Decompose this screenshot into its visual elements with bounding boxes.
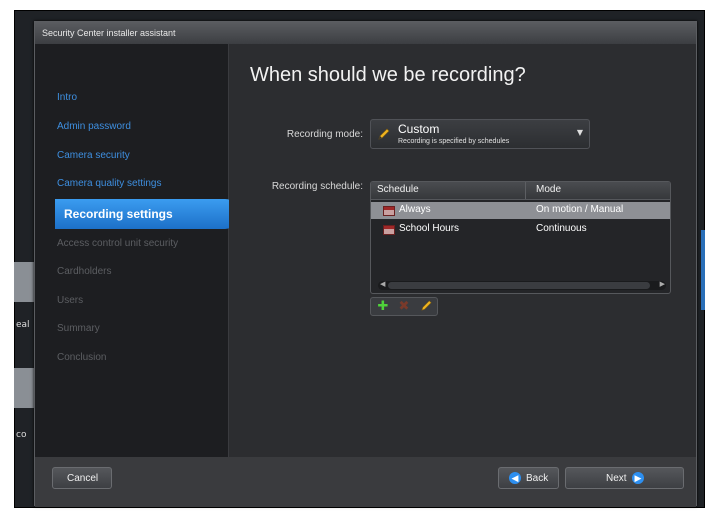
recording-mode-description: Recording is specified by schedules: [398, 138, 510, 145]
calendar-icon: [383, 206, 395, 216]
sidebar-item-recording-settings[interactable]: Recording settings: [55, 199, 239, 229]
cancel-button[interactable]: Cancel: [52, 467, 112, 489]
schedule-name: Always: [399, 204, 431, 215]
arrow-left-icon: ◀: [509, 472, 521, 484]
schedule-toolbar: ✚ ✖: [370, 297, 438, 316]
edit-schedule-button[interactable]: [417, 299, 435, 314]
calendar-icon: [383, 225, 395, 235]
sidebar-item-camera-quality[interactable]: Camera quality settings: [57, 178, 162, 189]
footer-bar: Cancel ◀ Back Next ▶: [35, 457, 696, 507]
background-tile: [14, 368, 34, 408]
sidebar: Intro Admin password Camera security Cam…: [35, 44, 239, 457]
back-label: Back: [526, 473, 549, 484]
schedule-mode: Continuous: [536, 223, 587, 234]
schedule-table[interactable]: Schedule Mode Always On motion / Manual …: [370, 181, 671, 294]
scroll-right-icon[interactable]: ▶: [660, 280, 665, 288]
sidebar-item-camera-security[interactable]: Camera security: [57, 150, 130, 161]
main-content: When should we be recording? Recording m…: [229, 44, 696, 457]
chevron-down-icon: ▼: [576, 128, 583, 137]
arrow-right-icon: ▶: [632, 472, 644, 484]
page-title: When should we be recording?: [250, 64, 526, 86]
window-title: Security Center installer assistant: [35, 22, 696, 44]
table-header: Schedule Mode: [371, 182, 670, 200]
column-divider: [525, 182, 526, 199]
next-button[interactable]: Next ▶: [565, 467, 684, 489]
sidebar-item-conclusion: Conclusion: [57, 352, 107, 363]
sidebar-item-access-control: Access control unit security: [57, 238, 179, 249]
back-button[interactable]: ◀ Back: [498, 467, 559, 489]
sidebar-item-intro[interactable]: Intro: [57, 92, 77, 103]
recording-mode-dropdown[interactable]: Custom Recording is specified by schedul…: [370, 119, 590, 149]
recording-mode-label: Recording mode:: [286, 129, 363, 140]
recording-mode-value: Custom: [398, 122, 440, 136]
recording-schedule-label: Recording schedule:: [271, 181, 363, 192]
horizontal-scrollbar[interactable]: ◀ ▶: [378, 280, 666, 290]
background-tile: [14, 262, 34, 302]
table-row[interactable]: School Hours Continuous: [371, 221, 670, 238]
x-icon: ✖: [398, 299, 410, 314]
schedule-mode: On motion / Manual: [536, 204, 624, 215]
background-text: co: [16, 430, 27, 440]
installer-dialog: Security Center installer assistant Intr…: [34, 21, 697, 507]
table-row[interactable]: Always On motion / Manual: [371, 202, 670, 219]
pencil-icon: [378, 128, 390, 140]
remove-schedule-button[interactable]: ✖: [395, 299, 413, 314]
schedule-name: School Hours: [399, 223, 460, 234]
pencil-icon: [420, 300, 432, 311]
background-text: eal: [16, 320, 30, 330]
sidebar-item-users: Users: [57, 295, 84, 306]
scroll-left-icon[interactable]: ◀: [380, 280, 385, 288]
plus-icon: ✚: [377, 299, 389, 314]
sidebar-item-admin-password[interactable]: Admin password: [57, 121, 131, 132]
next-label: Next: [606, 473, 627, 484]
column-schedule[interactable]: Schedule: [377, 184, 419, 195]
add-schedule-button[interactable]: ✚: [374, 299, 392, 314]
sidebar-item-summary: Summary: [57, 323, 100, 334]
background-edge: [701, 230, 705, 310]
sidebar-item-cardholders: Cardholders: [57, 266, 112, 277]
column-mode[interactable]: Mode: [536, 184, 561, 195]
scrollbar-thumb[interactable]: [388, 282, 650, 289]
cancel-label: Cancel: [67, 473, 99, 484]
